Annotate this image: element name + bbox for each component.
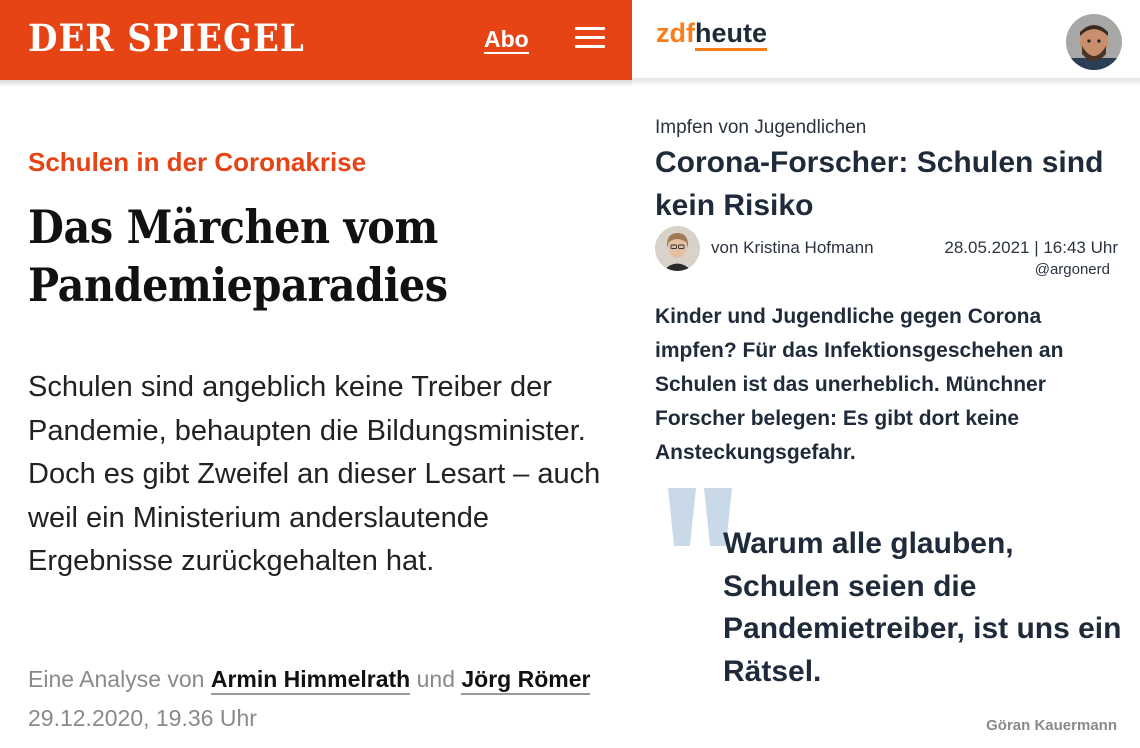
profile-avatar[interactable] (1066, 14, 1122, 70)
article-author[interactable]: von Kristina Hofmann (711, 238, 874, 258)
article-headline: Corona-Forscher: Schulen sind kein Risik… (655, 146, 1104, 222)
pull-quote: Warum alle glauben, Schulen seien die Pa… (723, 527, 1122, 688)
article-kicker: Schulen in der Coronakrise (28, 147, 367, 177)
byline-prefix: Eine Analyse von (28, 666, 205, 692)
logo-heute-part: heute (694, 18, 767, 51)
author-photo-icon (655, 226, 700, 271)
header-shadow (0, 80, 632, 87)
article-kicker: Impfen von Jugendlichen (655, 117, 867, 138)
spiegel-logo[interactable]: DER SPIEGEL (28, 16, 305, 60)
screenshot-handle: @argonerd (1034, 261, 1110, 278)
zdf-header-bar: zdfheute (632, 0, 1140, 80)
author-avatar (655, 226, 700, 271)
avatar-photo-icon (1066, 14, 1122, 70)
article-datetime: 28.05.2021 | 16:43 Uhr (944, 238, 1118, 257)
spiegel-header-bar: DER SPIEGEL Abo (0, 0, 632, 80)
author-link-armin-himmelrath[interactable]: Armin Himmelrath (210, 666, 411, 695)
author-link-joerg-roemer[interactable]: Jörg Römer (461, 666, 591, 695)
logo-zdf-part: zdf (656, 18, 695, 48)
article-byline: Eine Analyse von Armin Himmelrath und Jö… (28, 666, 628, 695)
article-headline: Das Märchen vom Pandemieparadies (28, 200, 448, 312)
article-date: 29.12.2020, 19.36 Uhr (28, 705, 257, 731)
hamburger-menu-icon[interactable] (575, 27, 605, 49)
article-lead: Schulen sind angeblich keine Treiber der… (28, 371, 601, 577)
spiegel-article-screenshot: DER SPIEGEL Abo Schulen in der Coronakri… (0, 0, 632, 748)
byline-conjunction: und (416, 666, 455, 692)
abo-link[interactable]: Abo (484, 26, 529, 54)
quote-author: Göran Kauermann (986, 717, 1117, 734)
zdfheute-article-screenshot: zdfheute Impfen von Jugendlichen Corona-… (632, 0, 1140, 748)
article-lead: Kinder und Jugendliche gegen Corona impf… (655, 305, 1064, 464)
zdfheute-logo[interactable]: zdfheute (656, 18, 767, 51)
header-shadow (632, 78, 1140, 86)
